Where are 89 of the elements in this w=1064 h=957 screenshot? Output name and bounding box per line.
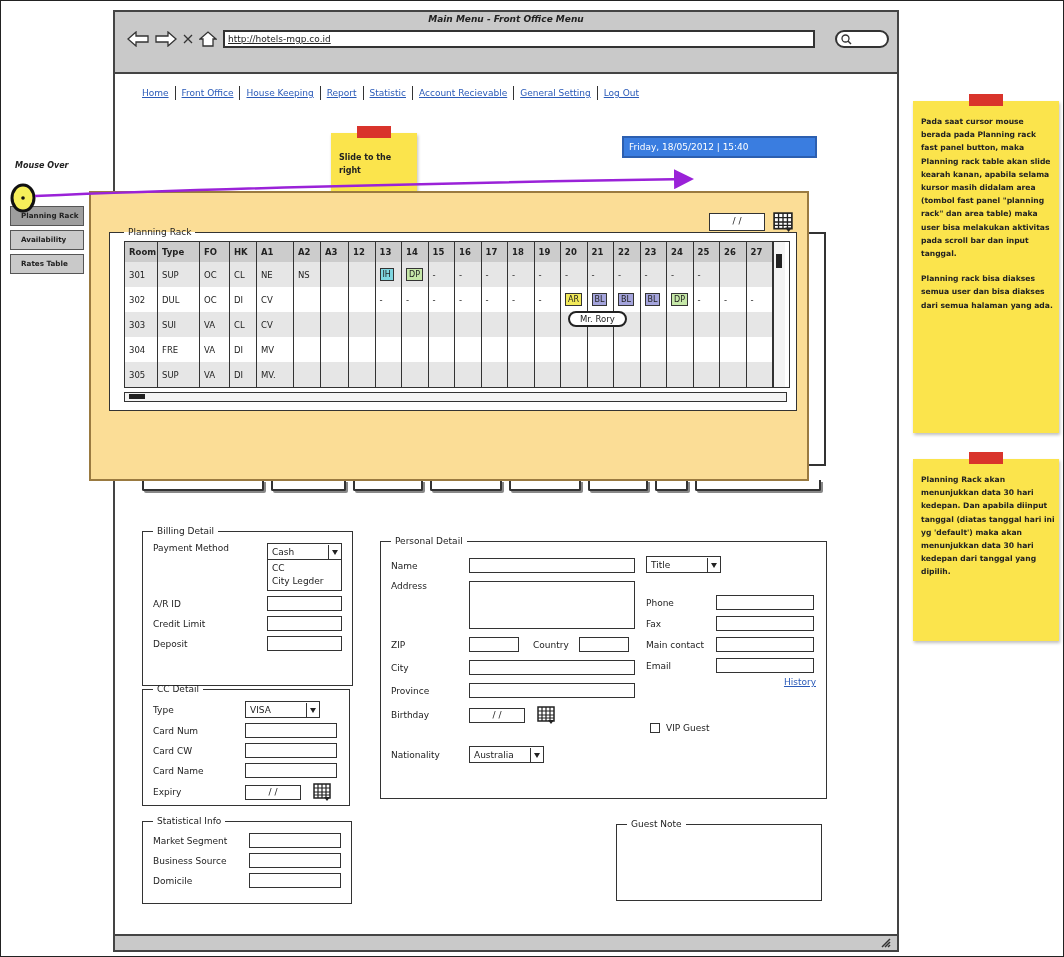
date-time-bar: Friday, 18/05/2012 | 15:40 (622, 136, 817, 158)
note-text: Slide to the right (339, 152, 393, 177)
group-title: Billing Detail (156, 526, 215, 536)
table-cell: - (508, 262, 535, 287)
date-field[interactable]: / / (709, 213, 765, 231)
field-label: Card Num (153, 725, 200, 736)
booking-block[interactable]: BL (591, 293, 608, 306)
menu-link[interactable]: Account Recievable (419, 88, 508, 98)
field-label: Phone (646, 597, 675, 608)
table-cell: - (640, 262, 667, 287)
table-cell: DI (230, 362, 257, 387)
table-cell: CL (230, 312, 257, 337)
booking-block[interactable]: IH (379, 268, 394, 281)
checkbox-label: VIP Guest (666, 723, 710, 733)
date-field[interactable]: / / (469, 707, 525, 723)
history-link[interactable]: History (783, 677, 816, 687)
group-title: CC Detail (156, 684, 200, 694)
address-field[interactable]: http://hotels-mgp.co.id (223, 30, 815, 48)
table-cell: - (614, 262, 641, 287)
table-cell: VA (200, 312, 230, 337)
table-cell: CL (230, 262, 257, 287)
dropdown[interactable]: VISA (245, 701, 320, 718)
field-label: Country (533, 639, 569, 650)
booking-block[interactable]: AR (565, 293, 583, 306)
dropdown[interactable]: Title (646, 556, 721, 573)
menu-link[interactable]: Log Out (603, 88, 639, 98)
field-label: Payment Method (153, 543, 231, 553)
group-title: Statistical Info (156, 816, 223, 826)
table-cell: MV. (257, 362, 294, 387)
table-cell: - (561, 262, 588, 287)
field-label: Domicile (153, 875, 194, 886)
group-title: Guest Note (630, 819, 683, 829)
menu-link[interactable]: House Keeping (246, 88, 314, 98)
field-label: Expiry (153, 787, 183, 797)
field-label: Card Name (153, 765, 205, 776)
table-cell: VA (200, 362, 230, 387)
window-title: Main Menu - Front Office Menu (428, 14, 584, 24)
dropdown[interactable]: Cash (267, 543, 342, 560)
booking-block[interactable]: BL (618, 293, 634, 306)
field-label: City (391, 662, 410, 673)
table-cell: NE (257, 262, 294, 287)
field-label: Business Source (153, 855, 228, 866)
menu-link[interactable]: General Setting (520, 88, 591, 98)
field-label: Market Segment (153, 835, 229, 846)
booking-block[interactable]: BL (644, 293, 661, 306)
field-label: Fax (646, 618, 663, 629)
field-label: Deposit (153, 638, 189, 649)
table-cell: SUI (158, 312, 200, 337)
table-cell: SUP (158, 362, 200, 387)
tooltip: Mr. Rory (568, 311, 627, 327)
table-cell: - (481, 262, 508, 287)
table-cell: OC (200, 262, 230, 287)
table-cell: CV (257, 312, 294, 337)
field-label: Type (153, 704, 175, 715)
field-label: ZIP (391, 639, 407, 650)
table-cell: 303 (125, 312, 158, 337)
field-label: Email (646, 660, 672, 671)
table-cell: - (693, 262, 720, 287)
field-label: A/R ID (153, 598, 182, 609)
date-field[interactable]: / / (245, 784, 301, 800)
table-cell: - (667, 262, 694, 287)
booking-block[interactable]: DP (671, 293, 688, 306)
field-label: Province (391, 685, 431, 696)
table-cell: - (534, 262, 561, 287)
field-label: Birthday (391, 710, 431, 720)
dropdown-option[interactable]: City Legder (272, 575, 337, 588)
booking-block[interactable]: DP (406, 268, 423, 281)
table-cell: - (455, 262, 482, 287)
table-cell: NS (294, 262, 321, 287)
table-cell: - (428, 262, 455, 287)
table-cell: - (587, 262, 614, 287)
table-cell: 301 (125, 262, 158, 287)
field-label: Main contact (646, 639, 706, 650)
dropdown-option[interactable]: CC (272, 562, 337, 575)
field-label: Credit Limit (153, 618, 207, 629)
menu-link[interactable]: Home (142, 88, 169, 98)
group-title: Planning Rack (127, 227, 193, 237)
menu-link[interactable]: Report (326, 88, 357, 98)
menu-link[interactable]: Front Office (181, 88, 234, 98)
annotation-label: Mouse Over (15, 161, 69, 170)
field-label: Nationality (391, 749, 441, 760)
dropdown[interactable]: Australia (469, 746, 544, 763)
table-cell: SUP (158, 262, 200, 287)
field-label: Card CW (153, 745, 194, 756)
field-label: Address (391, 581, 428, 591)
table-cell: 305 (125, 362, 158, 387)
field-label: Name (391, 560, 419, 571)
group-title: Personal Detail (394, 536, 464, 546)
menu-link[interactable]: Statistic (369, 88, 406, 98)
